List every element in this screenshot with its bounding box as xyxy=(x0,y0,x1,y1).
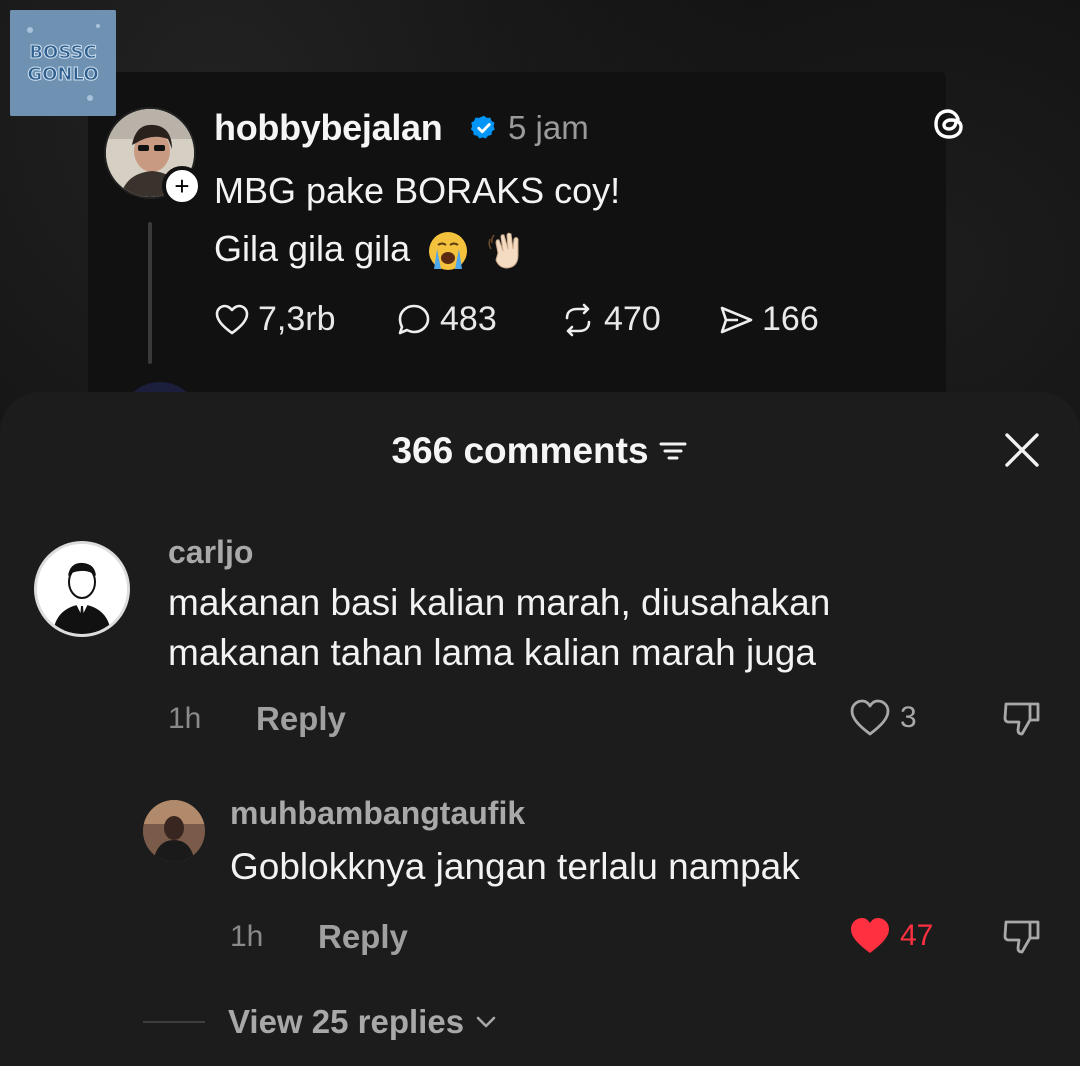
view-replies-label: View 25 replies xyxy=(228,1003,465,1040)
like-stat[interactable]: 7,3rb xyxy=(214,300,336,339)
comment-stat[interactable]: 483 xyxy=(396,300,497,339)
repost-count: 470 xyxy=(604,300,661,338)
replies-divider xyxy=(143,1021,205,1023)
post-text-line-1: MBG pake BORAKS coy! xyxy=(214,170,621,211)
thread-line xyxy=(148,222,152,364)
comment-text-line-2: makanan tahan lama kalian marah juga xyxy=(168,632,816,673)
comment-time: 1h xyxy=(230,920,264,953)
comment-like-count: 3 xyxy=(900,701,917,734)
view-replies-button[interactable]: View 25 replies xyxy=(228,1003,500,1041)
send-icon xyxy=(720,306,753,333)
like-count: 7,3rb xyxy=(258,300,336,338)
plus-icon: + xyxy=(174,171,190,201)
comment-like-button[interactable]: 3 xyxy=(848,696,917,740)
comment-like-count: 47 xyxy=(900,919,934,952)
share-count: 166 xyxy=(762,300,819,338)
comment-username[interactable]: carljo xyxy=(168,534,253,571)
reply-button[interactable]: Reply xyxy=(256,700,346,738)
heart-outline-icon xyxy=(215,304,249,334)
comment-text-line-1: makanan basi kalian marah, diusahakan xyxy=(168,582,831,623)
post-time: 5 jam xyxy=(508,109,589,146)
repost-stat[interactable]: 470 xyxy=(560,300,661,339)
comments-count-title: 366 comments xyxy=(391,430,649,471)
post-username[interactable]: hobbybejalan xyxy=(214,107,443,149)
svg-text:GONLO: GONLO xyxy=(27,64,98,85)
chevron-down-icon xyxy=(476,1016,496,1028)
comment-text-line-1: Goblokknya jangan terlalu nampak xyxy=(230,846,800,887)
watermark-logo: BOSSC GONLO xyxy=(10,10,116,116)
heart-outline-icon xyxy=(850,699,890,736)
heart-filled-icon xyxy=(851,918,889,953)
thumbs-down-icon[interactable] xyxy=(1000,914,1044,958)
commenter-avatar[interactable] xyxy=(143,800,205,862)
follow-plus-button[interactable]: + xyxy=(162,166,202,206)
post-text: Gila gila gila xyxy=(214,228,411,269)
sort-filter-icon[interactable] xyxy=(657,435,689,467)
comment-count: 483 xyxy=(440,300,497,338)
repost-icon xyxy=(565,303,591,336)
commenter-avatar[interactable] xyxy=(34,541,130,637)
close-icon[interactable] xyxy=(1000,428,1044,472)
post-text-line-2: Gila gila gila xyxy=(214,228,530,273)
thumbs-down-icon[interactable] xyxy=(1000,696,1044,740)
comments-header: 366 comments xyxy=(0,430,1080,472)
threads-logo-icon[interactable] xyxy=(930,104,970,144)
comment-username[interactable]: muhbambangtaufik xyxy=(230,795,525,832)
comment-bubble-icon xyxy=(398,304,430,334)
verified-badge-icon xyxy=(470,115,495,139)
comments-sheet xyxy=(0,392,1080,1066)
svg-text:BOSSC: BOSSC xyxy=(29,42,96,63)
comment-time: 1h xyxy=(168,702,202,735)
crying-face-emoji-icon xyxy=(429,232,468,271)
waving-hand-emoji-icon xyxy=(488,233,519,269)
comment-like-button[interactable]: 47 xyxy=(848,914,933,958)
reply-button[interactable]: Reply xyxy=(318,918,408,956)
share-stat[interactable]: 166 xyxy=(718,300,819,339)
